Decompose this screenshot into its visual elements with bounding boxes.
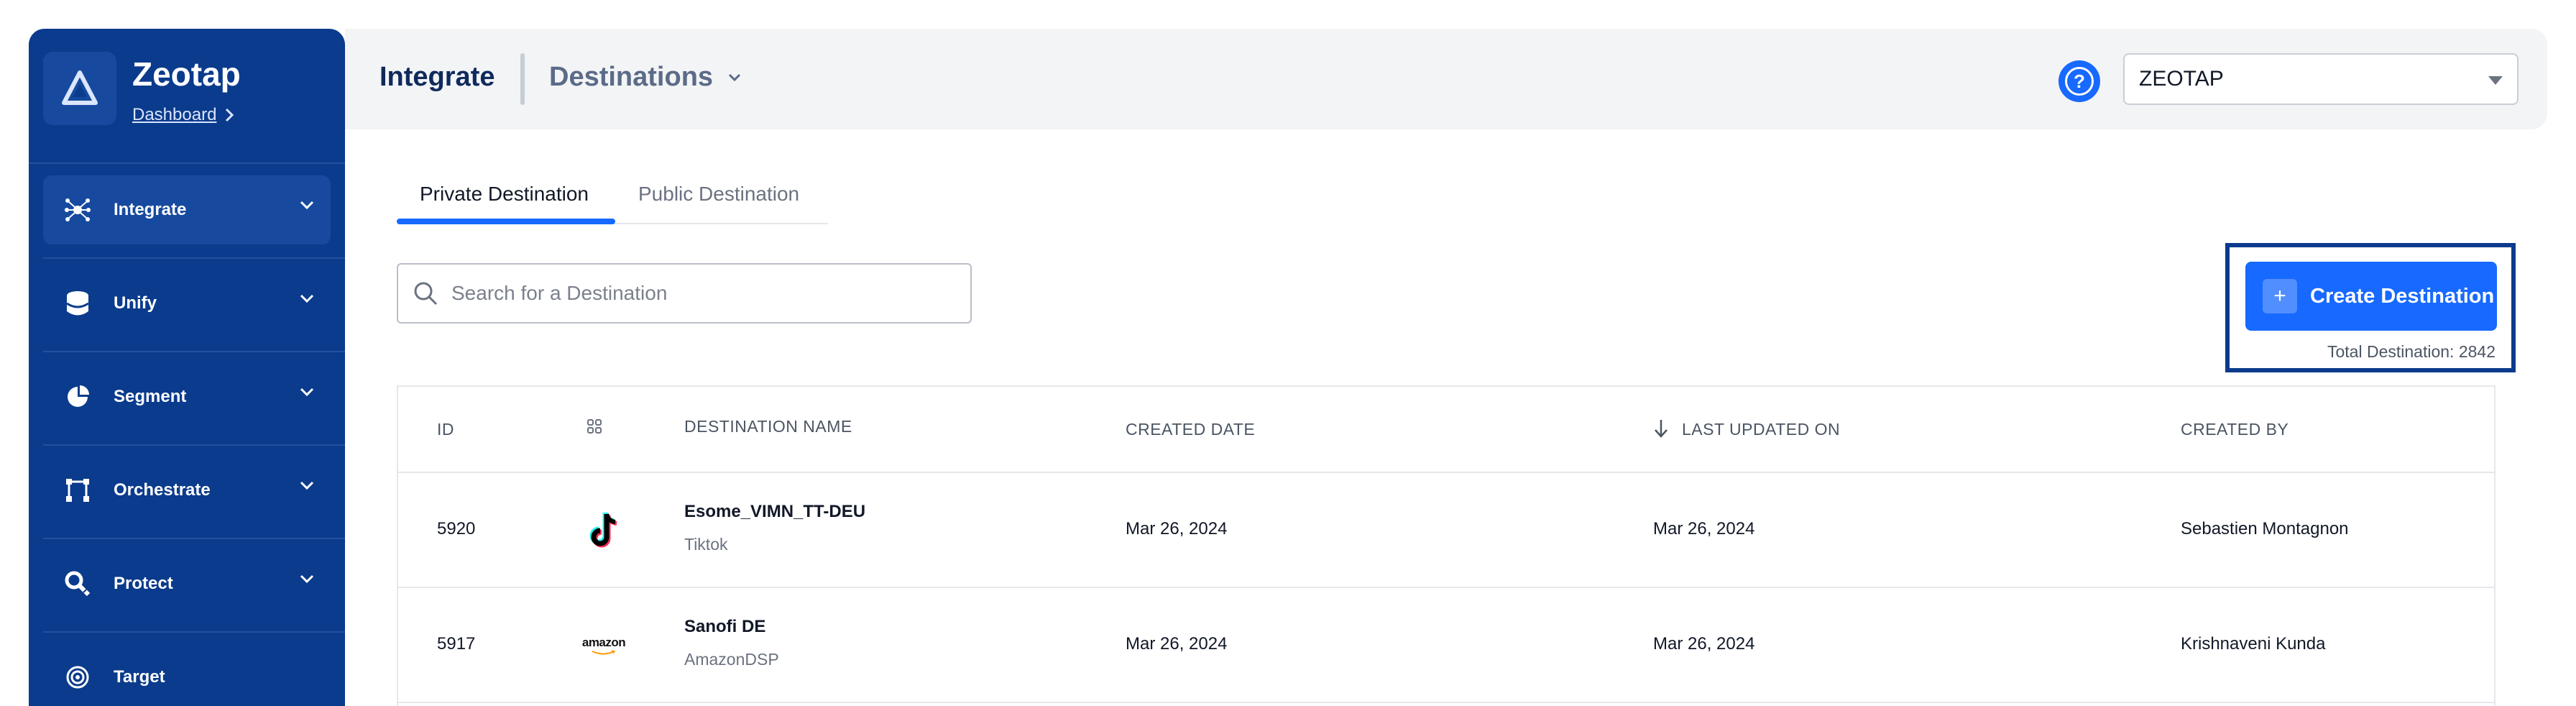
- database-icon: [63, 289, 92, 318]
- column-header-id[interactable]: ID: [437, 420, 454, 439]
- sidebar-item-label: Segment: [114, 387, 187, 406]
- sidebar-nav: Integrate Unify Segment Orchestrate Prot…: [43, 175, 345, 706]
- organization-select[interactable]: ZEOTAP: [2123, 53, 2518, 105]
- chevron-down-icon: [300, 574, 314, 584]
- nav-divider: [43, 351, 345, 352]
- sidebar-item-orchestrate[interactable]: Orchestrate: [43, 456, 331, 525]
- sidebar-item-integrate[interactable]: Integrate: [43, 175, 331, 244]
- zeotap-logo[interactable]: [43, 52, 116, 125]
- amazon-logo-icon: amazon: [581, 624, 626, 667]
- chevron-right-icon: [226, 108, 234, 122]
- grid-icon: [586, 418, 602, 438]
- tab-public-destination[interactable]: Public Destination: [638, 183, 799, 206]
- destination-type: Tiktok: [684, 535, 728, 554]
- destination-type: AmazonDSP: [684, 650, 779, 669]
- organization-select-value: ZEOTAP: [2139, 67, 2224, 91]
- search-box: [397, 263, 972, 324]
- nav-divider: [43, 257, 345, 259]
- table-header: ID DESTINATION NAME CREATED DATE LAST UP…: [398, 387, 2494, 473]
- create-destination-label: Create Destination: [2310, 284, 2495, 308]
- chevron-down-icon: [300, 294, 314, 303]
- tab-private-destination[interactable]: Private Destination: [420, 183, 589, 206]
- page-title: Integrate: [380, 62, 495, 92]
- destination-name[interactable]: Esome_VIMN_TT-DEU: [684, 502, 865, 522]
- nav-divider: [43, 538, 345, 539]
- breadcrumb-divider: [520, 53, 525, 105]
- top-header: Integrate Destinations ? ZEOTAP: [345, 29, 2547, 129]
- sidebar-item-segment[interactable]: Segment: [43, 362, 331, 431]
- sidebar-item-target[interactable]: Target: [43, 643, 331, 706]
- protect-icon: [63, 569, 92, 598]
- brand: Zeotap Dashboard: [29, 29, 345, 165]
- destinations-table: ID DESTINATION NAME CREATED DATE LAST UP…: [397, 385, 2496, 706]
- search-icon: [414, 282, 438, 306]
- create-destination-highlight: + Create Destination Total Destination: …: [2225, 243, 2516, 372]
- nav-divider: [43, 631, 345, 633]
- sidebar-item-label: Target: [114, 667, 165, 687]
- help-icon: ?: [2065, 67, 2094, 96]
- created-date: Mar 26, 2024: [1126, 519, 1228, 538]
- column-header-created[interactable]: CREATED DATE: [1126, 420, 1255, 439]
- dashboard-link[interactable]: Dashboard: [132, 105, 235, 125]
- create-destination-button[interactable]: + Create Destination: [2245, 262, 2497, 331]
- amazon-smile-icon: [592, 650, 616, 655]
- sidebar-item-label: Integrate: [114, 200, 187, 219]
- table-row[interactable]: 5920 Esome_VIMN_TT-DEU Tiktok Mar 26, 20…: [398, 473, 2494, 588]
- sidebar: Zeotap Dashboard Integrate Unify Segment…: [29, 29, 345, 706]
- chevron-down-icon: [300, 481, 314, 490]
- total-destination-count: Total Destination: 2842: [2327, 342, 2496, 361]
- sidebar-item-unify[interactable]: Unify: [43, 269, 331, 338]
- destination-tabs: Private Destination Public Destination: [397, 175, 828, 224]
- app-root: Zeotap Dashboard Integrate Unify Segment…: [0, 0, 2576, 706]
- amazon-logo-text: amazon: [581, 636, 626, 649]
- chevron-down-icon: [300, 388, 314, 397]
- sidebar-item-protect[interactable]: Protect: [43, 549, 331, 618]
- target-icon: [63, 663, 92, 692]
- destination-name[interactable]: Sanofi DE: [684, 617, 765, 637]
- sidebar-item-label: Protect: [114, 574, 173, 593]
- search-input[interactable]: [451, 282, 954, 305]
- chevron-down-icon: [300, 201, 314, 210]
- nav-divider: [43, 444, 345, 446]
- integrate-icon: [63, 196, 92, 224]
- plus-icon: +: [2263, 279, 2297, 313]
- dashboard-link-label: Dashboard: [132, 105, 217, 124]
- last-updated-date: Mar 26, 2024: [1653, 519, 1755, 538]
- caret-down-icon: [2488, 76, 2503, 85]
- brand-title: Zeotap: [132, 55, 241, 93]
- destinations-dropdown-label: Destinations: [549, 62, 714, 92]
- sort-down-icon[interactable]: [1653, 418, 1669, 442]
- orchestrate-icon: [63, 476, 92, 505]
- created-by: Krishnaveni Kunda: [2181, 634, 2326, 654]
- created-date: Mar 26, 2024: [1126, 634, 1228, 654]
- chevron-down-icon: [728, 73, 741, 81]
- sidebar-item-label: Orchestrate: [114, 480, 211, 500]
- brand-divider: [29, 162, 345, 164]
- pie-chart-icon: [63, 382, 92, 411]
- tiktok-logo-icon: [582, 509, 625, 552]
- last-updated-date: Mar 26, 2024: [1653, 634, 1755, 654]
- active-tab-indicator: [397, 219, 615, 224]
- row-id: 5917: [437, 634, 476, 654]
- destinations-dropdown[interactable]: Destinations: [549, 62, 742, 93]
- created-by: Sebastien Montagnon: [2181, 519, 2349, 538]
- column-header-name[interactable]: DESTINATION NAME: [684, 417, 852, 436]
- sidebar-item-label: Unify: [114, 293, 157, 313]
- row-id: 5920: [437, 519, 476, 538]
- column-header-created-by[interactable]: CREATED BY: [2181, 420, 2288, 439]
- logo-mark-icon: [62, 70, 98, 105]
- column-header-updated[interactable]: LAST UPDATED ON: [1682, 420, 1840, 439]
- help-button[interactable]: ?: [2058, 60, 2100, 102]
- table-row[interactable]: 5917 amazon Sanofi DE AmazonDSP Mar 26, …: [398, 588, 2494, 703]
